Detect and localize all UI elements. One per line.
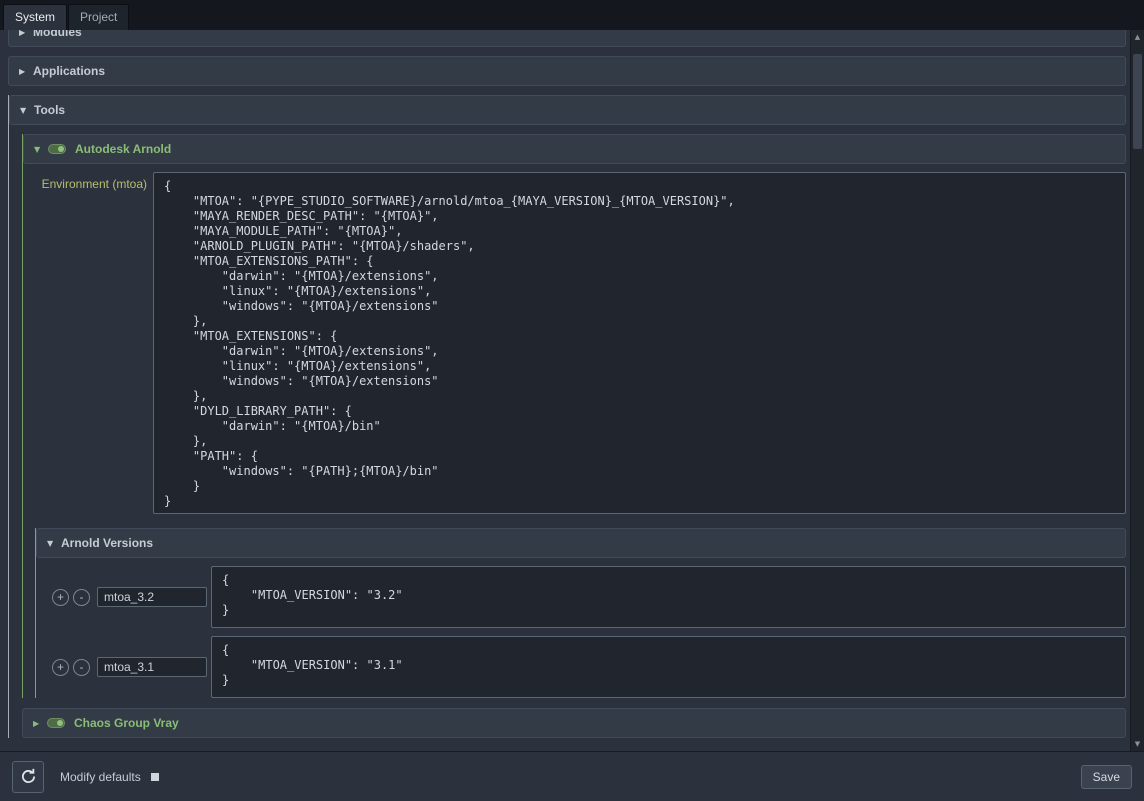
section-label-chaos-group-vray: Chaos Group Vray [74,716,179,730]
add-version-button[interactable]: + [52,589,69,606]
group-arnold-versions: ▼ Arnold Versions + - { "MTOA_VERSION": … [35,528,1126,698]
chevron-right-icon: ▶ [33,719,47,728]
version-key-input[interactable] [97,587,207,607]
modify-defaults-checkbox[interactable] [151,773,159,781]
tab-bar: System Project [0,0,1144,30]
enabled-toggle-icon[interactable] [47,718,65,728]
refresh-button[interactable] [12,761,44,793]
remove-version-button[interactable]: - [73,659,90,676]
footer-bar: Modify defaults Save [0,751,1144,801]
scroll-up-icon[interactable]: ▲ [1131,30,1144,44]
refresh-icon [20,768,37,785]
chevron-right-icon: ▶ [19,67,33,76]
arnold-body: Environment (mtoa) { "MTOA": "{PYPE_STUD… [23,172,1126,698]
scrollbar-track[interactable] [1131,44,1144,737]
section-header-modules[interactable]: ▶ Modules [8,30,1126,47]
environment-row: Environment (mtoa) { "MTOA": "{PYPE_STUD… [35,172,1126,514]
section-header-autodesk-arnold[interactable]: ▼ Autodesk Arnold [23,134,1126,164]
section-header-applications[interactable]: ▶ Applications [8,56,1126,86]
version-key-input[interactable] [97,657,207,677]
scrollbar-thumb[interactable] [1133,54,1142,149]
version-row: + - { "MTOA_VERSION": "3.2" } [36,566,1126,628]
environment-label: Environment (mtoa) [35,172,147,191]
chevron-down-icon: ▼ [34,145,48,154]
chevron-down-icon: ▼ [20,106,34,115]
chevron-right-icon: ▶ [19,30,33,37]
section-label-tools: Tools [34,103,65,117]
tab-system[interactable]: System [3,4,67,30]
settings-scroll-area: ▶ Modules ▶ Applications ▼ Tools ▼ [0,30,1144,751]
section-label-modules: Modules [33,30,82,39]
add-version-button[interactable]: + [52,659,69,676]
tab-project[interactable]: Project [68,4,129,30]
save-button[interactable]: Save [1081,765,1132,789]
scroll-down-icon[interactable]: ▼ [1131,737,1144,751]
vertical-scrollbar: ▲ ▼ [1130,30,1144,751]
version-row: + - { "MTOA_VERSION": "3.1" } [36,636,1126,698]
toggle-knob [58,146,64,152]
enabled-toggle-icon[interactable] [48,144,66,154]
section-header-arnold-versions[interactable]: ▼ Arnold Versions [36,528,1126,558]
settings-window: System Project ▶ Modules ▶ Applications … [0,0,1144,801]
group-tools: ▼ Tools ▼ Autodesk Arnold Environment (m… [8,95,1126,738]
version-json-editor[interactable]: { "MTOA_VERSION": "3.1" } [211,636,1126,698]
version-json-editor[interactable]: { "MTOA_VERSION": "3.2" } [211,566,1126,628]
environment-json-editor[interactable]: { "MTOA": "{PYPE_STUDIO_SOFTWARE}/arnold… [153,172,1126,514]
remove-version-button[interactable]: - [73,589,90,606]
tools-body: ▼ Autodesk Arnold Environment (mtoa) { "… [9,134,1126,738]
group-autodesk-arnold: ▼ Autodesk Arnold Environment (mtoa) { "… [22,134,1126,698]
chevron-down-icon: ▼ [47,539,61,548]
section-label-applications: Applications [33,64,105,78]
section-label-autodesk-arnold: Autodesk Arnold [75,142,171,156]
section-header-tools[interactable]: ▼ Tools [9,95,1126,125]
section-label-arnold-versions: Arnold Versions [61,536,153,550]
modify-defaults-label: Modify defaults [60,770,141,784]
section-header-chaos-group-vray[interactable]: ▶ Chaos Group Vray [22,708,1126,738]
settings-content: ▶ Modules ▶ Applications ▼ Tools ▼ [0,30,1130,751]
toggle-knob [57,720,63,726]
